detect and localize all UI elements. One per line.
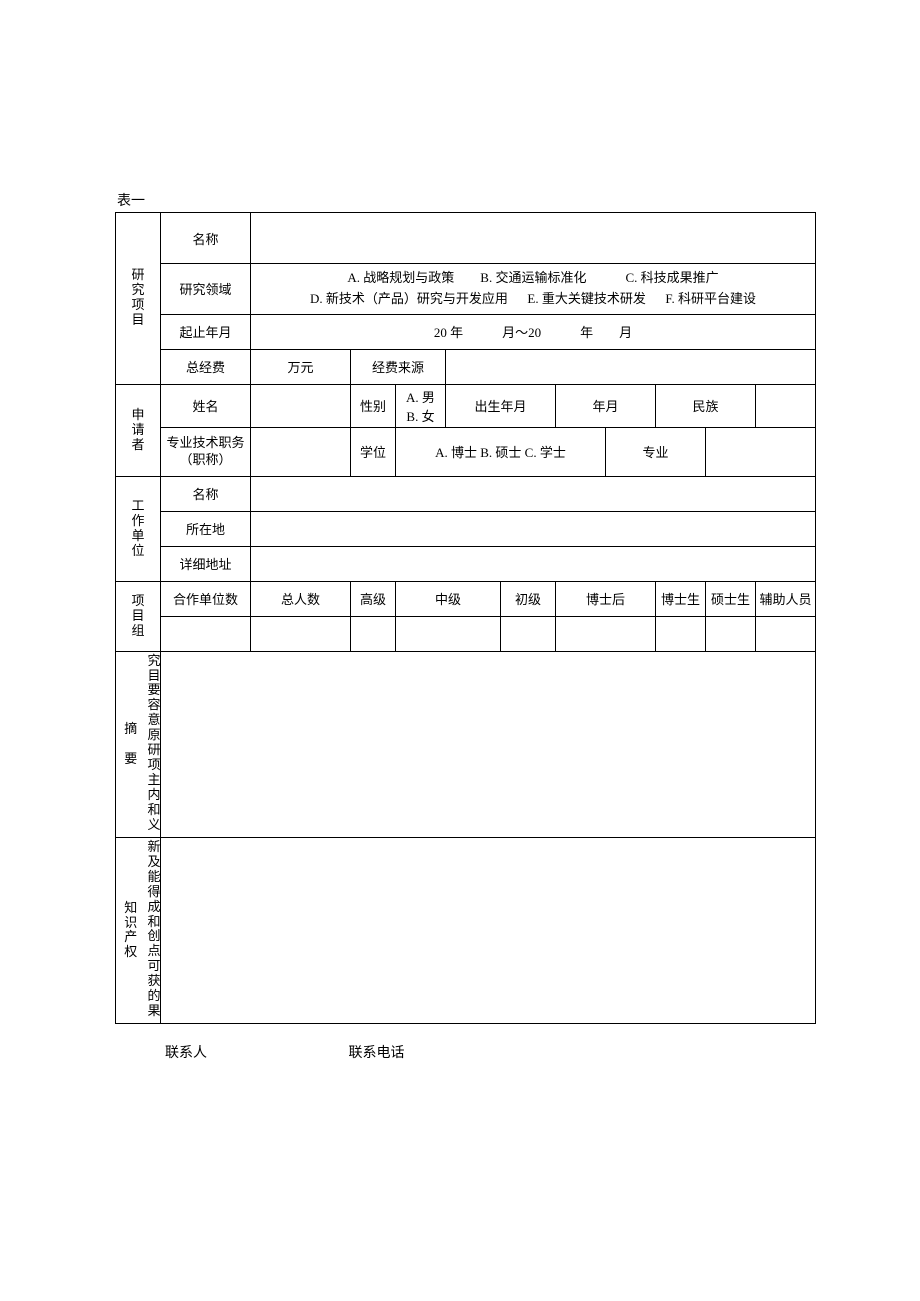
domain-opt-a: A. 战略规划与政策	[347, 270, 454, 285]
applicant-gender-options[interactable]: A. 男 B. 女	[396, 384, 446, 427]
group-senior-value[interactable]	[351, 616, 396, 651]
section-innov-outer: 知识产权	[116, 837, 146, 1023]
workunit-address-value[interactable]	[251, 546, 816, 581]
applicant-degree-options[interactable]: A. 博士 B. 硕士 C. 学士	[396, 427, 606, 476]
group-master-label: 硕士生	[706, 581, 756, 616]
table-title: 表一	[115, 190, 805, 210]
applicant-title-label-l2: （职称）	[163, 452, 248, 469]
applicant-major-label: 专业	[606, 427, 706, 476]
contact-person-label: 联系人	[165, 1042, 345, 1062]
section-workunit-header: 工作单位	[116, 476, 161, 581]
group-mid-value[interactable]	[396, 616, 501, 651]
project-name-value[interactable]	[251, 213, 816, 264]
applicant-birth-value[interactable]: 年月	[556, 384, 656, 427]
innov-outer-text: 知识产权	[124, 901, 137, 961]
contact-phone-label: 联系电话	[349, 1046, 405, 1061]
section-summary-inner: 究目要容意 原研项主内和义	[146, 651, 161, 837]
workunit-name-value[interactable]	[251, 476, 816, 511]
innov-inner-col2: 创点可获的果	[148, 929, 161, 1019]
innov-inner-col1: 新及能得成和	[148, 840, 161, 930]
domain-opt-d: D. 新技术（产品）研究与开发应用	[310, 291, 508, 306]
project-name-label: 名称	[161, 213, 251, 264]
group-junior-label: 初级	[501, 581, 556, 616]
section-project-header: 研究项目	[116, 213, 161, 385]
summary-inner-col1: 究目要容意	[148, 654, 161, 729]
gender-opt-b: B. 女	[398, 406, 443, 425]
applicant-name-label: 姓名	[161, 384, 251, 427]
group-postdoc-label: 博士后	[556, 581, 656, 616]
workunit-location-label: 所在地	[161, 511, 251, 546]
project-budget-source-value[interactable]	[446, 349, 816, 384]
section-innov-inner: 新及能得成和 创点可获的果	[146, 837, 161, 1023]
group-postdoc-value[interactable]	[556, 616, 656, 651]
domain-opt-b: B. 交通运输标准化	[480, 270, 586, 285]
project-domain-options[interactable]: A. 战略规划与政策 B. 交通运输标准化 C. 科技成果推广 D. 新技术（产…	[251, 264, 816, 315]
domain-opt-e: E. 重大关键技术研发	[527, 291, 645, 306]
group-coop-value[interactable]	[161, 616, 251, 651]
group-total-value[interactable]	[251, 616, 351, 651]
project-budget-label: 总经费	[161, 349, 251, 384]
applicant-name-value[interactable]	[251, 384, 351, 427]
section-group-header: 项目组	[116, 581, 161, 651]
workunit-address-label: 详细地址	[161, 546, 251, 581]
group-phd-label: 博士生	[656, 581, 706, 616]
applicant-title-label-l1: 专业技术职务	[163, 435, 248, 452]
summary-outer-text: 摘 要	[124, 722, 137, 767]
group-total-label: 总人数	[251, 581, 351, 616]
applicant-ethnic-value[interactable]	[756, 384, 816, 427]
applicant-title-label: 专业技术职务 （职称）	[161, 427, 251, 476]
applicant-title-value[interactable]	[251, 427, 351, 476]
group-phd-value[interactable]	[656, 616, 706, 651]
domain-opt-c: C. 科技成果推广	[625, 270, 718, 285]
group-assist-value[interactable]	[756, 616, 816, 651]
footer-line: 联系人 联系电话	[115, 1042, 805, 1062]
group-assist-label: 辅助人员	[756, 581, 816, 616]
project-period-value[interactable]: 20 年 月～20 年 月	[251, 314, 816, 349]
project-budget-source-label: 经费来源	[351, 349, 446, 384]
group-senior-label: 高级	[351, 581, 396, 616]
innov-content[interactable]	[161, 837, 816, 1023]
workunit-location-value[interactable]	[251, 511, 816, 546]
group-junior-value[interactable]	[501, 616, 556, 651]
project-domain-label: 研究领域	[161, 264, 251, 315]
group-coop-label: 合作单位数	[161, 581, 251, 616]
applicant-gender-label: 性别	[351, 384, 396, 427]
project-period-label: 起止年月	[161, 314, 251, 349]
project-budget-value[interactable]: 万元	[251, 349, 351, 384]
group-master-value[interactable]	[706, 616, 756, 651]
section-summary-outer: 摘 要	[116, 651, 146, 837]
gender-opt-a: A. 男	[398, 387, 443, 406]
domain-opt-f: F. 科研平台建设	[665, 291, 756, 306]
form-table: 研究项目 名称 研究领域 A. 战略规划与政策 B. 交通运输标准化 C. 科技…	[115, 212, 816, 1024]
section-applicant-header: 申请者	[116, 384, 161, 476]
applicant-birth-label: 出生年月	[446, 384, 556, 427]
summary-inner-col2: 原研项主内和义	[148, 728, 161, 833]
summary-content[interactable]	[161, 651, 816, 837]
applicant-major-value[interactable]	[706, 427, 816, 476]
applicant-degree-label: 学位	[351, 427, 396, 476]
group-mid-label: 中级	[396, 581, 501, 616]
workunit-name-label: 名称	[161, 476, 251, 511]
applicant-ethnic-label: 民族	[656, 384, 756, 427]
